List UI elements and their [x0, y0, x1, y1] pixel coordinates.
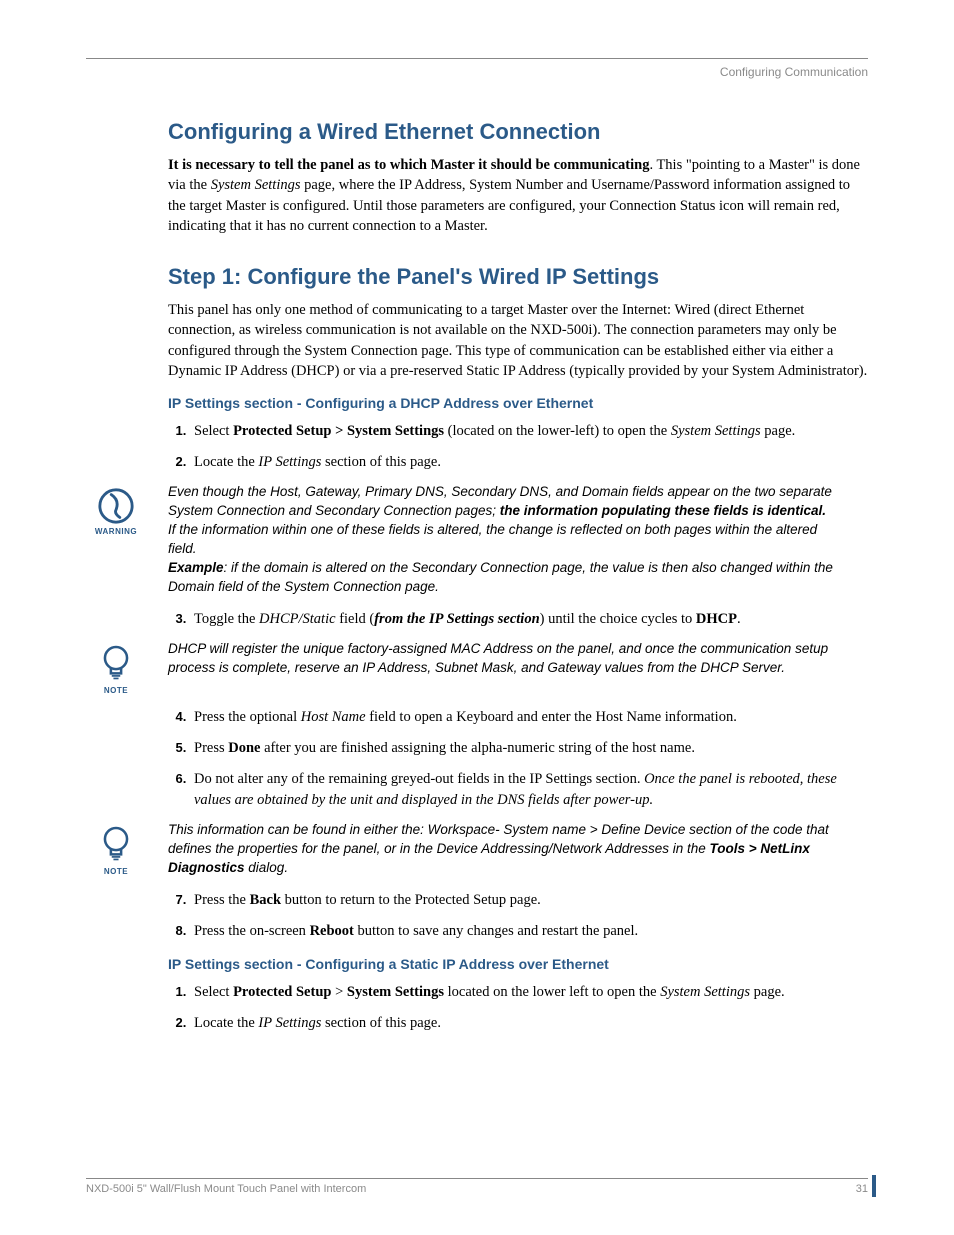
header-rule	[86, 58, 868, 59]
running-header: Configuring Communication	[86, 65, 868, 79]
steps-dhcp-3: Toggle the DHCP/Static field (from the I…	[168, 609, 868, 630]
intro-bold: It is necessary to tell the panel as to …	[168, 157, 649, 173]
step-2: Locate the IP Settings section of this p…	[190, 452, 868, 473]
steps-dhcp-4-6: Press the optional Host Name field to op…	[168, 707, 868, 811]
warning-icon: WARNING	[86, 483, 146, 536]
footer-page-number: 31	[856, 1183, 868, 1195]
note-icon: NOTE	[86, 640, 146, 695]
note-callout-2: NOTE This information can be found in ei…	[86, 821, 868, 878]
steps-dhcp-1-2: Select Protected Setup > System Settings…	[168, 421, 868, 473]
h1-step1: Step 1: Configure the Panel's Wired IP S…	[168, 264, 868, 290]
step1-paragraph: This panel has only one method of commun…	[168, 300, 868, 381]
step-8: Press the on-screen Reboot button to sav…	[190, 921, 868, 942]
note2-text: This information can be found in either …	[146, 821, 868, 878]
warning-text: Even though the Host, Gateway, Primary D…	[146, 483, 868, 596]
static-step-1: Select Protected Setup > System Settings…	[190, 982, 868, 1003]
note-icon: NOTE	[86, 821, 146, 876]
footer-product: NXD-500i 5" Wall/Flush Mount Touch Panel…	[86, 1183, 366, 1195]
step-1: Select Protected Setup > System Settings…	[190, 421, 868, 442]
note1-text: DHCP will register the unique factory-as…	[146, 640, 868, 678]
warning-callout: WARNING Even though the Host, Gateway, P…	[86, 483, 868, 596]
page: Configuring Communication Configuring a …	[0, 0, 954, 1235]
subsection-static: IP Settings section - Configuring a Stat…	[168, 956, 868, 972]
step-7: Press the Back button to return to the P…	[190, 890, 868, 911]
step-5: Press Done after you are finished assign…	[190, 738, 868, 759]
footer-accent-bar	[872, 1175, 876, 1197]
subsection-dhcp: IP Settings section - Configuring a DHCP…	[168, 395, 868, 411]
steps-dhcp-7-8: Press the Back button to return to the P…	[168, 890, 868, 942]
note-callout-1: NOTE DHCP will register the unique facto…	[86, 640, 868, 695]
step-4: Press the optional Host Name field to op…	[190, 707, 868, 728]
step-6: Do not alter any of the remaining greyed…	[190, 769, 868, 811]
steps-static: Select Protected Setup > System Settings…	[168, 982, 868, 1034]
footer-rule	[86, 1178, 868, 1179]
content-column: Configuring a Wired Ethernet Connection …	[168, 119, 868, 1034]
intro-paragraph: It is necessary to tell the panel as to …	[168, 155, 868, 236]
static-step-2: Locate the IP Settings section of this p…	[190, 1013, 868, 1034]
h1-configuring-ethernet: Configuring a Wired Ethernet Connection	[168, 119, 868, 145]
footer: NXD-500i 5" Wall/Flush Mount Touch Panel…	[86, 1178, 868, 1195]
step-3: Toggle the DHCP/Static field (from the I…	[190, 609, 868, 630]
